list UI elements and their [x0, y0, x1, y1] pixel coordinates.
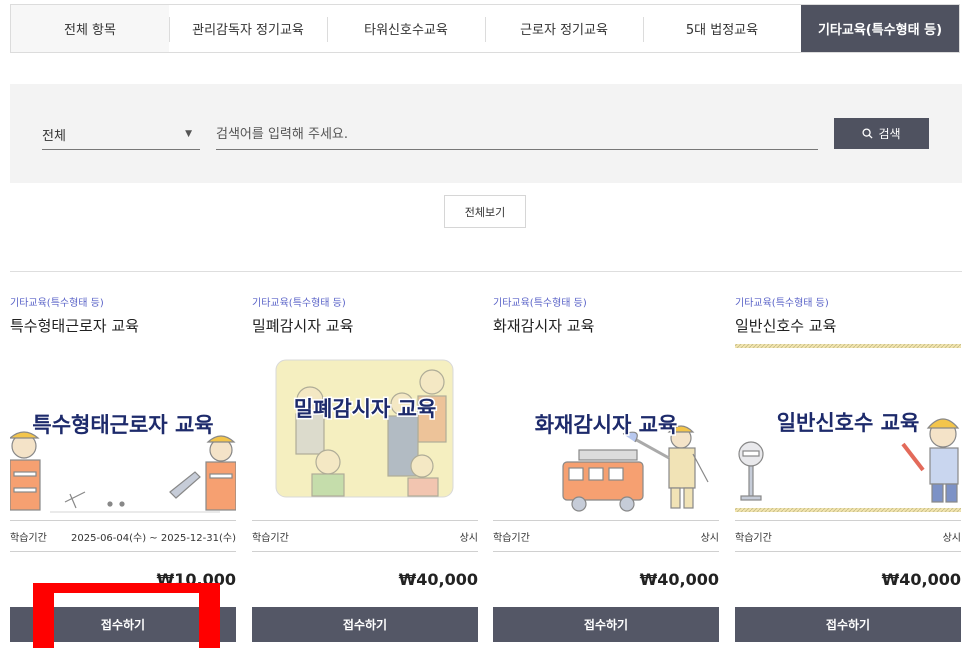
course-category: 기타교육(특수형태 등) [252, 298, 346, 309]
study-period: 학습기간 2025-06-04(수) ~ 2025-12-31(수) [10, 520, 236, 552]
study-period-value: 상시 [942, 532, 961, 544]
tab-legal-education[interactable]: 5대 법정교육 [643, 5, 801, 52]
study-period-label: 학습기간 [493, 532, 530, 544]
course-title[interactable]: 화재감시자 교육 [493, 315, 719, 336]
study-period: 학습기간 상시 [493, 520, 719, 552]
course-thumbnail[interactable]: 밀폐감시자 교육 [252, 342, 478, 518]
course-price: ₩10,000 [156, 570, 236, 589]
course-price: ₩40,000 [881, 570, 961, 589]
search-category-value: 전체 [42, 129, 66, 144]
study-period-value: 상시 [700, 532, 719, 544]
course-thumbnail[interactable]: 특수형태근로자 교육 [10, 342, 236, 518]
course-thumbnail-text: 화재감시자 교육 [535, 413, 678, 437]
search-panel: 전체 ▼ 검색 [10, 84, 962, 183]
view-all-button[interactable]: 전체보기 [444, 195, 526, 228]
course-card[interactable]: 기타교육(특수형태 등) 밀폐감시자 교육 밀폐감시자 교육 학습기간 상시 ₩… [252, 294, 478, 644]
tab-other-education[interactable]: 기타교육(특수형태 등) [801, 5, 959, 52]
tab-supervisor-education[interactable]: 관리감독자 정기교육 [169, 5, 327, 52]
course-thumbnail[interactable]: 일반신호수 교육 [735, 342, 961, 518]
apply-button[interactable]: 접수하기 [735, 607, 961, 642]
search-button-label: 검색 [878, 127, 901, 141]
search-input[interactable] [216, 120, 818, 150]
course-category: 기타교육(특수형태 등) [735, 298, 829, 309]
chevron-down-icon: ▼ [185, 129, 192, 139]
course-thumbnail-text: 특수형태근로자 교육 [32, 413, 213, 437]
search-button[interactable]: 검색 [834, 118, 929, 149]
study-period: 학습기간 상시 [252, 520, 478, 552]
course-price: ₩40,000 [398, 570, 478, 589]
divider [10, 271, 962, 272]
course-title[interactable]: 밀폐감시자 교육 [252, 315, 478, 336]
category-tabs: 전체 항목 관리감독자 정기교육 타워신호수교육 근로자 정기교육 5대 법정교… [10, 4, 960, 53]
search-category-select[interactable]: 전체 ▼ [42, 120, 200, 150]
apply-button[interactable]: 접수하기 [493, 607, 719, 642]
tab-all[interactable]: 전체 항목 [11, 5, 169, 52]
course-thumbnail-text: 밀폐감시자 교육 [294, 397, 437, 421]
study-period-label: 학습기간 [252, 532, 289, 544]
tab-tower-signal-education[interactable]: 타워신호수교육 [327, 5, 485, 52]
tab-worker-education[interactable]: 근로자 정기교육 [485, 5, 643, 52]
study-period-label: 학습기간 [10, 532, 47, 544]
course-category: 기타교육(특수형태 등) [10, 298, 104, 309]
course-category: 기타교육(특수형태 등) [493, 298, 587, 309]
course-title[interactable]: 특수형태근로자 교육 [10, 315, 236, 336]
apply-button[interactable]: 접수하기 [10, 607, 236, 642]
course-price: ₩40,000 [639, 570, 719, 589]
course-card[interactable]: 기타교육(특수형태 등) 화재감시자 교육 화재감시자 교육 학습기간 상시 ₩… [493, 294, 719, 644]
study-period: 학습기간 상시 [735, 520, 961, 552]
study-period-value: 2025-06-04(수) ~ 2025-12-31(수) [71, 532, 236, 544]
study-period-value: 상시 [459, 532, 478, 544]
course-thumbnail-text: 일반신호수 교육 [777, 411, 920, 435]
search-icon [862, 128, 873, 139]
course-card[interactable]: 기타교육(특수형태 등) 일반신호수 교육 일반신호수 교육 학습기간 상시 ₩… [735, 294, 961, 644]
study-period-label: 학습기간 [735, 532, 772, 544]
course-card[interactable]: 기타교육(특수형태 등) 특수형태근로자 교육 특수형태근로자 교육 학습기간 … [10, 294, 236, 644]
course-title[interactable]: 일반신호수 교육 [735, 315, 961, 336]
course-thumbnail[interactable]: 화재감시자 교육 [493, 342, 719, 518]
apply-button[interactable]: 접수하기 [252, 607, 478, 642]
